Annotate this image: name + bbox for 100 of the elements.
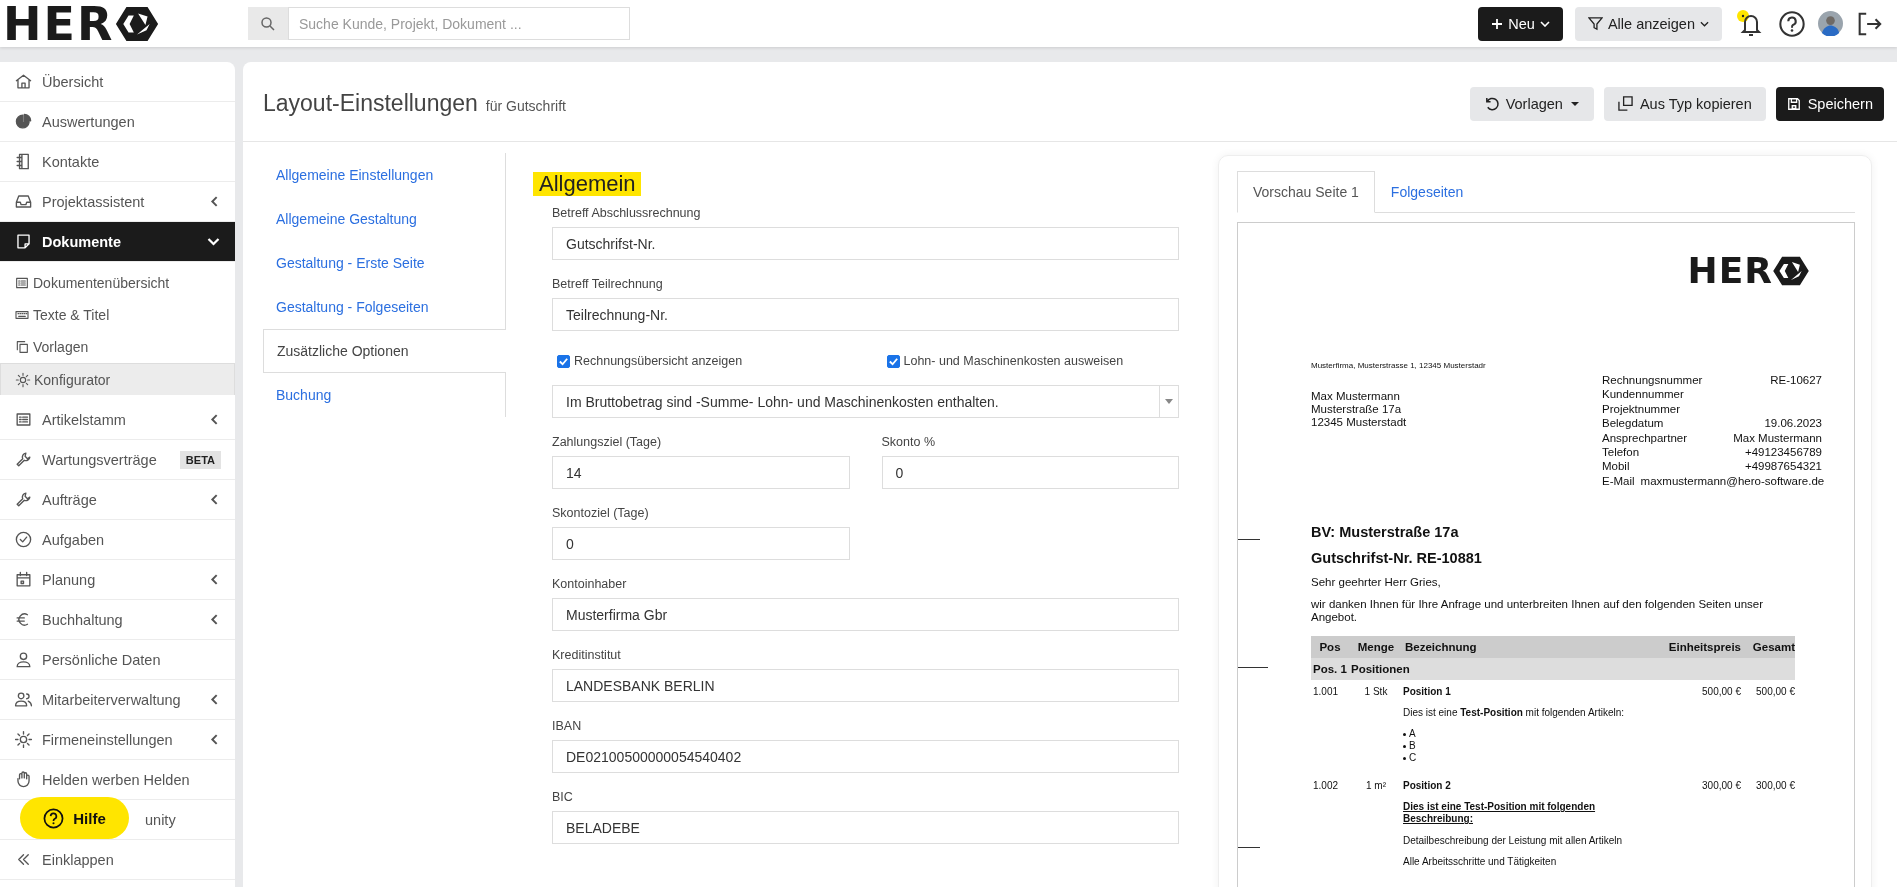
checkbox[interactable] — [557, 354, 570, 368]
column-header: Pos — [1318, 641, 1342, 654]
checkbox[interactable] — [886, 354, 900, 368]
input-field[interactable]: Musterfirma Gbr — [552, 598, 1179, 631]
sidebar-item[interactable]: Buchhaltung — [0, 600, 235, 640]
sidebar-item[interactable]: Firmeneinstellungen — [0, 720, 235, 760]
table-cell-text: 1.002 — [1312, 780, 1340, 792]
field-label: Betreff Abschlussrechnung — [552, 206, 702, 220]
recipient-line: Musterstraße 17a — [1311, 403, 1403, 416]
column-header: Bezeichnung — [1404, 641, 1478, 654]
list-icon — [14, 410, 33, 429]
field-label: Kontoinhaber — [552, 577, 628, 591]
sidebar-item[interactable]: Mitarbeiterverwaltung — [0, 680, 235, 720]
input-field[interactable]: LANDESBANK BERLIN — [552, 669, 1179, 702]
sidebar-item[interactable]: Wartungsverträge BETA — [0, 440, 235, 480]
sidebar-item[interactable]: Aufträge — [0, 480, 235, 520]
save-button[interactable]: Speichern — [1775, 86, 1884, 121]
field-label: Skonto % — [881, 435, 936, 449]
copy-icon — [14, 339, 30, 355]
info-value: 19.06.2023 — [1764, 416, 1822, 431]
input-field[interactable]: BELADEBE — [552, 811, 1179, 844]
plus-icon — [1491, 17, 1504, 30]
info-value: +49987654321 — [1744, 459, 1822, 474]
search-field[interactable]: Suche Kunde, Projekt, Dokument ... — [288, 7, 630, 40]
input-field[interactable]: Gutschrifst-Nr. — [552, 227, 1179, 260]
field-label: Skontoziel (Tage) — [552, 506, 650, 520]
sidebar-item[interactable]: Texte & Titel — [0, 299, 235, 331]
filter-button[interactable]: Alle anzeigen — [1574, 6, 1722, 41]
info-value: RE-10627 — [1770, 373, 1822, 388]
info-label: Belegdatum — [1602, 416, 1664, 431]
sidebar-item[interactable]: Kontakte — [0, 142, 235, 182]
settings-nav-tab[interactable]: Allgemeine Einstellungen — [263, 153, 506, 197]
settings-nav-tab[interactable]: Gestaltung - Folgeseiten — [263, 285, 506, 329]
table-cell-text: 1.001 — [1312, 686, 1340, 698]
bullet-icon — [1403, 756, 1406, 760]
preview-tab[interactable]: Vorschau Seite 1 — [1237, 171, 1375, 213]
copy-icon — [1617, 96, 1633, 111]
sidebar-item[interactable]: Übersicht — [0, 62, 235, 102]
copy-button[interactable]: Aus Typ kopieren — [1603, 86, 1766, 121]
bullet-icon — [1403, 732, 1406, 736]
caret-down-icon — [1165, 399, 1173, 404]
sidebar-item[interactable]: Aufgaben — [0, 520, 235, 560]
search-button[interactable] — [248, 7, 288, 40]
bullet-icon — [1403, 744, 1406, 748]
avatar-icon[interactable] — [1818, 11, 1843, 36]
sidebar-item[interactable]: Dokumente — [0, 222, 235, 262]
input-field[interactable]: 0 — [552, 527, 850, 560]
info-label: Mobil — [1602, 459, 1630, 474]
settings-nav-tab[interactable]: Gestaltung - Erste Seite — [263, 241, 506, 285]
preview-tab[interactable]: Folgeseiten — [1374, 171, 1480, 213]
list-icon — [14, 275, 30, 291]
sidebar-item[interactable]: Auswertungen — [0, 102, 235, 142]
wrench-icon — [14, 490, 33, 509]
settings-nav-tab[interactable]: Zusätzliche Optionen — [263, 329, 506, 373]
sidebar-item[interactable]: unity — [145, 811, 176, 828]
sidebar-item[interactable]: Konfigurator — [0, 363, 235, 395]
bullet-text: C — [1409, 752, 1417, 765]
sidebar-item[interactable]: Persönliche Daten — [0, 640, 235, 680]
checkbox-label: Lohn- und Maschinenkosten ausweisen — [903, 354, 1124, 368]
help-button[interactable]: Hilfe — [20, 797, 129, 839]
table-cell-text: 1 m² — [1365, 780, 1387, 792]
table-cell-text: 300,00 € — [1701, 780, 1741, 792]
position-description: Detailbeschreibung der Leistung mit allen Artikeln — [1403, 835, 1623, 847]
sidebar-item[interactable]: Artikelstamm — [0, 400, 235, 440]
help-icon[interactable] — [1778, 9, 1806, 38]
info-label: Ansprechpartner — [1602, 430, 1688, 446]
settings-nav-tab[interactable]: Allgemeine Gestaltung — [263, 197, 506, 241]
sidebar-item[interactable]: Einklappen — [0, 840, 235, 880]
table-cell-text: 500,00 € — [1755, 686, 1795, 698]
document-title: Gutschrifst-Nr. RE-10881 — [1311, 550, 1483, 567]
logo-text: HER — [3, 0, 115, 47]
search-icon — [259, 14, 277, 33]
input-field[interactable]: DE02100500000054540402 — [552, 740, 1179, 773]
new-button[interactable]: Neu — [1478, 6, 1563, 41]
select-field[interactable]: Im Bruttobetrag sind -Summe- Lohn- und Maschinenkosten enthalten. — [552, 385, 1179, 418]
person-icon — [14, 650, 33, 669]
info-value: maxmustermann@hero-software.de — [1640, 473, 1825, 489]
bullet-text: B — [1409, 740, 1416, 753]
page-subtitle: für Gutschrift — [485, 98, 566, 114]
page-title: Layout-Einstellungen — [263, 90, 478, 117]
sidebar-item[interactable]: Vorlagen — [0, 331, 235, 363]
settings-nav-tab[interactable]: Buchung — [263, 373, 506, 417]
templates-button[interactable]: Vorlagen — [1469, 86, 1594, 121]
chevron-down-icon — [1700, 20, 1709, 27]
info-label: Rechnungsnummer — [1602, 373, 1703, 388]
field-label: Zahlungsziel (Tage) — [552, 435, 663, 449]
recipient-line: Max Mustermann — [1311, 390, 1401, 403]
sidebar-item[interactable]: Planung — [0, 560, 235, 600]
sidebar-item[interactable]: Dokumentenübersicht — [0, 267, 235, 299]
input-field[interactable]: 0 — [881, 456, 1179, 489]
position-name: Position 1 — [1403, 686, 1452, 698]
table-cell-text: 500,00 € — [1701, 686, 1741, 698]
input-field[interactable]: 14 — [552, 456, 850, 489]
table-cell-text: 1 Stk — [1363, 686, 1389, 698]
note-icon — [14, 232, 33, 251]
input-field[interactable]: Teilrechnung-Nr. — [552, 298, 1179, 331]
sender-line: Musterfirma, Musterstrasse 1, 12345 Musterstadr — [1311, 361, 1486, 370]
column-header: Gesamt — [1751, 641, 1795, 654]
field-label: BIC — [552, 790, 574, 804]
bullet-text: A — [1409, 728, 1416, 741]
